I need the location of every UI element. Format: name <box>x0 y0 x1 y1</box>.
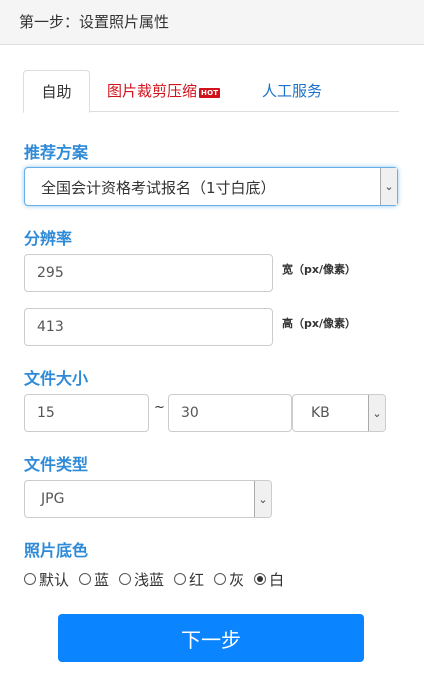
tab-manual-service[interactable]: 人工服务 <box>262 70 322 112</box>
height-input[interactable]: 413 <box>24 308 273 346</box>
chevron-down-icon: ⌄ <box>372 406 382 420</box>
width-unit-label: 宽（px/像素） <box>282 263 356 276</box>
filetype-select[interactable]: JPG ⌄ <box>24 480 272 518</box>
radio-circle <box>24 573 36 585</box>
tab-image-crop[interactable]: 图片裁剪压缩 HOT <box>107 70 221 112</box>
recommend-label: 推荐方案 <box>24 143 89 162</box>
chevron-down-icon: ⌄ <box>258 492 268 506</box>
radio-label: 默认 <box>39 570 70 589</box>
recommend-select-arrow: ⌄ <box>380 168 397 205</box>
radio-default[interactable]: 默认 <box>24 569 69 590</box>
radio-white[interactable]: 白 <box>254 569 284 590</box>
size-range-separator: ~ <box>154 400 165 415</box>
size-unit-value: KB <box>311 405 330 421</box>
background-radio-group: 默认 蓝 浅蓝 红 灰 白 <box>24 569 294 589</box>
background-label: 照片底色 <box>24 541 89 560</box>
radio-circle <box>214 573 227 585</box>
chevron-down-icon: ⌄ <box>384 180 394 193</box>
page-header: 第一步：设置照片属性 <box>0 0 424 45</box>
tab-image-crop-label: 图片裁剪压缩 <box>107 82 198 100</box>
radio-label: 灰 <box>229 570 245 589</box>
recommend-select[interactable]: 全国会计资格考试报名（1寸白底） ⌄ <box>24 167 398 206</box>
radio-label: 浅蓝 <box>134 570 165 589</box>
filesize-label: 文件大小 <box>24 369 89 388</box>
size-unit-select[interactable]: KB ⌄ <box>292 394 386 432</box>
radio-blue[interactable]: 蓝 <box>79 569 109 590</box>
size-unit-arrow: ⌄ <box>368 395 385 431</box>
recommend-select-value: 全国会计资格考试报名（1寸白底） <box>41 179 276 197</box>
radio-label: 蓝 <box>94 570 110 589</box>
max-size-input[interactable]: 30 <box>168 394 292 432</box>
radio-label: 白 <box>269 570 285 589</box>
filetype-value: JPG <box>41 491 65 507</box>
height-unit-label: 高（px/像素） <box>282 317 356 330</box>
radio-red[interactable]: 红 <box>174 569 204 590</box>
filetype-arrow: ⌄ <box>254 481 271 517</box>
hot-badge: HOT <box>199 88 221 98</box>
radio-gray[interactable]: 灰 <box>214 569 244 590</box>
radio-light-blue[interactable]: 浅蓝 <box>119 569 164 590</box>
width-input[interactable]: 295 <box>24 254 273 292</box>
radio-circle <box>119 573 132 585</box>
radio-circle-checked <box>254 573 267 585</box>
next-step-button[interactable]: 下一步 <box>58 614 364 662</box>
radio-circle <box>174 573 187 585</box>
tab-self-service[interactable]: 自助 <box>23 70 90 113</box>
radio-label: 红 <box>189 570 205 589</box>
resolution-label: 分辨率 <box>24 229 73 248</box>
filetype-label: 文件类型 <box>24 455 89 474</box>
radio-circle <box>79 573 92 585</box>
page-title: 第一步：设置照片属性 <box>19 13 170 31</box>
tab-bar: 自助 图片裁剪压缩 HOT 人工服务 <box>23 70 399 113</box>
min-size-input[interactable]: 15 <box>24 394 149 432</box>
